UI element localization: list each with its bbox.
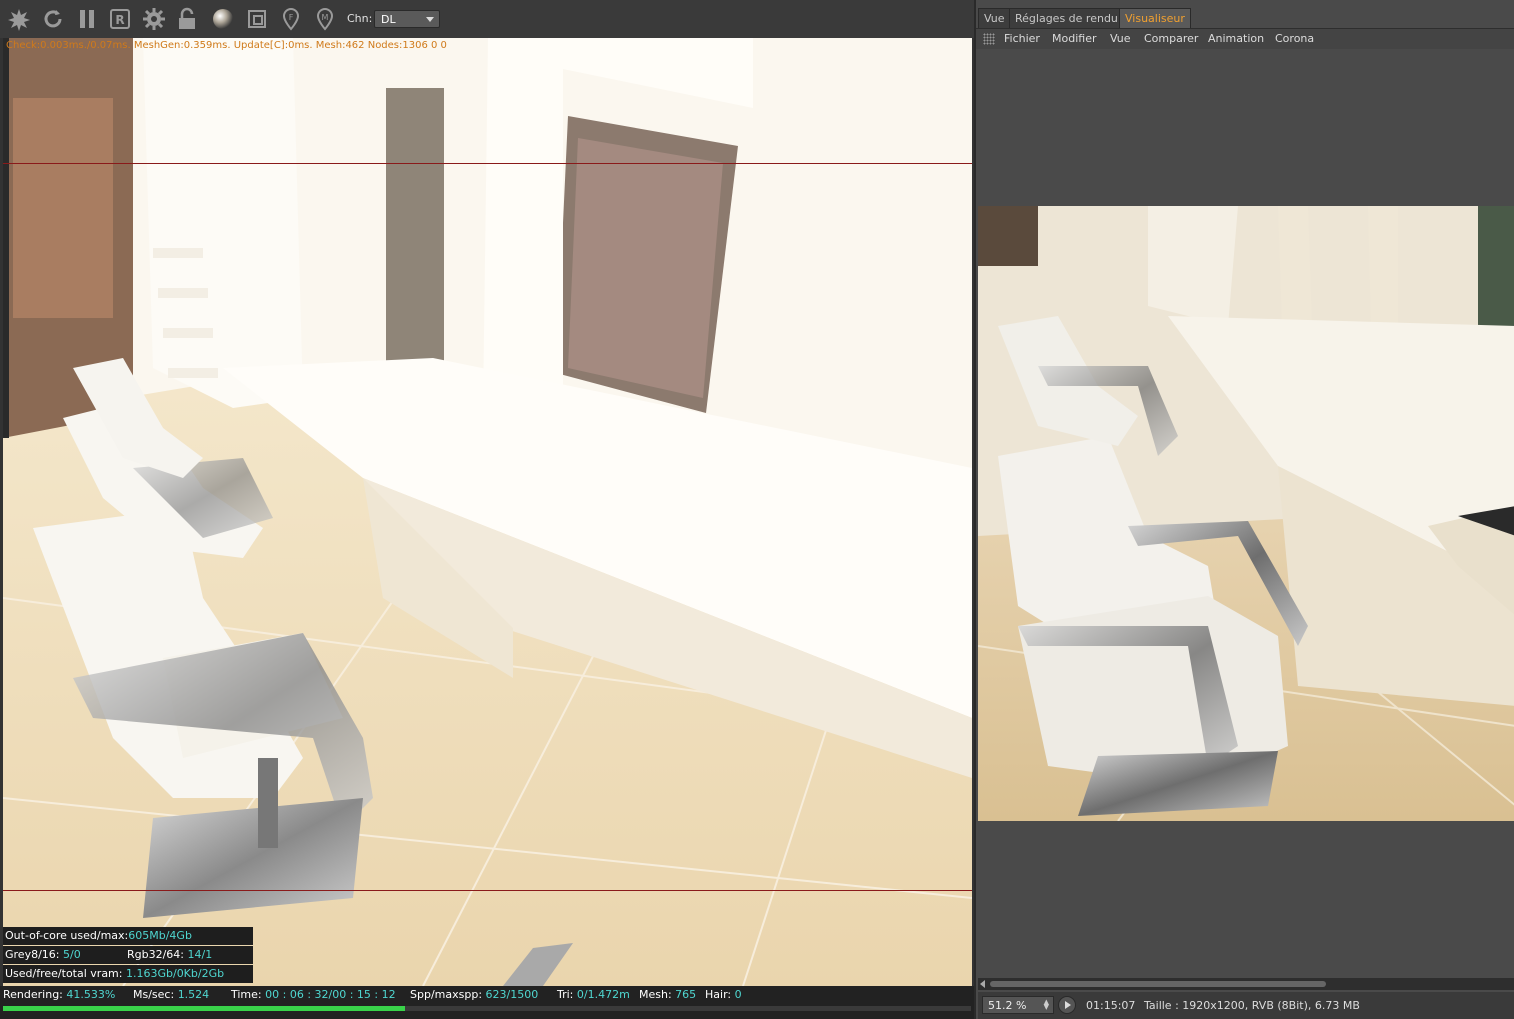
- zoom-spinner-icon[interactable]: ▲ ▼: [1044, 999, 1049, 1011]
- render-region-bottom-line[interactable]: [3, 890, 972, 891]
- scrollbar-thumb[interactable]: [990, 981, 1326, 987]
- viewer-status-bar: 51.2 % ▲ ▼ 01:15:07 Taille : 1920x1200, R…: [978, 992, 1514, 1019]
- out-of-core-stat: Out-of-core used/max:605Mb/4Gb: [3, 927, 253, 945]
- mesh-stat: Mesh: 765: [639, 988, 696, 1001]
- region-icon[interactable]: R: [107, 6, 133, 32]
- tri-value: 0/1.472m: [576, 988, 630, 1001]
- burst-icon[interactable]: [6, 6, 32, 32]
- render-region-top-line[interactable]: [3, 163, 972, 164]
- hair-stat: Hair: 0: [705, 988, 742, 1001]
- mesh-label: Mesh:: [639, 988, 672, 1001]
- viewer-image[interactable]: [978, 206, 1514, 821]
- channel-select[interactable]: DL: [374, 10, 440, 28]
- mssec-stat: Ms/sec: 1.524: [133, 988, 209, 1001]
- rendering-value: 41.533%: [66, 988, 116, 1001]
- picture-viewer-pane: Vue Réglages de rendu Visualiseur Fichie…: [974, 0, 1514, 1019]
- menu-corona[interactable]: Corona: [1275, 32, 1314, 45]
- viewer-toolbar: R F M Chn: DL: [0, 0, 974, 38]
- rendering-stat: Rendering: 41.533%: [3, 988, 115, 1001]
- viewer-tabbar: Vue Réglages de rendu Visualiseur: [976, 8, 1514, 28]
- channel-value: DL: [381, 13, 396, 26]
- ooc-label: Out-of-core used/max:: [5, 929, 129, 942]
- render-time: 01:15:07: [1086, 999, 1136, 1012]
- scroll-left-arrow-icon[interactable]: [980, 980, 985, 988]
- grey-label: Grey8/16:: [5, 948, 60, 961]
- spp-value: 623/1500: [485, 988, 539, 1001]
- crop-icon[interactable]: [244, 6, 270, 32]
- zoom-value: 51.2 %: [988, 999, 1027, 1012]
- spp-stat: Spp/maxspp: 623/1500: [410, 988, 538, 1001]
- rgb-value: 14/1: [187, 948, 213, 961]
- render-progress-fill: [3, 1006, 406, 1011]
- menu-fichier[interactable]: Fichier: [1004, 32, 1040, 45]
- chevron-down-icon: [426, 17, 434, 22]
- render-progress-bar: [3, 1006, 971, 1011]
- grey-value: 5/0: [63, 948, 81, 961]
- channel-label: Chn:: [347, 12, 373, 25]
- time-value: 00 : 06 : 32/00 : 15 : 12: [265, 988, 396, 1001]
- settings-icon[interactable]: [141, 6, 167, 32]
- tab-vue[interactable]: Vue: [978, 8, 1011, 28]
- time-stat: Time: 00 : 06 : 32/00 : 15 : 12: [231, 988, 396, 1001]
- pause-icon[interactable]: [74, 6, 100, 32]
- svg-text:M: M: [322, 13, 329, 22]
- menu-animation[interactable]: Animation: [1208, 32, 1264, 45]
- grip-icon[interactable]: [983, 33, 995, 45]
- texture-count-stat: Grey8/16: 5/0 Rgb32/64: 14/1: [3, 946, 253, 964]
- render-status-bar: Rendering: 41.533% Ms/sec: 1.524 Time: 0…: [0, 986, 974, 1019]
- menu-vue[interactable]: Vue: [1110, 32, 1131, 45]
- ooc-value: 605Mb/4Gb: [128, 929, 192, 942]
- tri-stat: Tri: 0/1.472m: [557, 988, 630, 1001]
- viewer-render-image: [978, 206, 1514, 821]
- viewer-menubar: Fichier Modifier Vue Comparer Animation …: [976, 28, 1514, 49]
- mesh-value: 765: [675, 988, 697, 1001]
- focus-pin-icon[interactable]: F: [278, 6, 304, 32]
- render-stats-line: Check:0.003ms./0.07ms. MeshGen:0.359ms. …: [6, 40, 447, 51]
- hair-value: 0: [734, 988, 742, 1001]
- material-pin-icon[interactable]: M: [312, 6, 338, 32]
- tri-label: Tri:: [557, 988, 574, 1001]
- material-sphere-icon[interactable]: [210, 6, 236, 32]
- spp-label: Spp/maxspp:: [410, 988, 483, 1001]
- tab-render-settings[interactable]: Réglages de rendu: [1009, 8, 1124, 28]
- play-button[interactable]: [1058, 996, 1076, 1014]
- vram-label: Used/free/total vram:: [5, 967, 123, 980]
- refresh-icon[interactable]: [40, 6, 66, 32]
- render-canvas[interactable]: Check:0.003ms./0.07ms. MeshGen:0.359ms. …: [3, 38, 972, 986]
- svg-text:R: R: [115, 13, 124, 27]
- render-image: [3, 38, 972, 986]
- rendering-label: Rendering:: [3, 988, 63, 1001]
- horizontal-scrollbar[interactable]: [978, 978, 1514, 990]
- tab-visualiseur[interactable]: Visualiseur: [1119, 8, 1191, 28]
- live-viewer-pane: R F M Chn: DL Check:0.003ms./0.07ms. Mes…: [0, 0, 974, 1019]
- image-info: Taille : 1920x1200, RVB (8Bit), 6.73 MB: [1144, 999, 1360, 1012]
- menu-modifier[interactable]: Modifier: [1052, 32, 1096, 45]
- vram-stat: Used/free/total vram: 1.163Gb/0Kb/2Gb: [3, 965, 253, 983]
- mssec-value: 1.524: [177, 988, 210, 1001]
- svg-text:F: F: [289, 13, 294, 22]
- time-label: Time:: [231, 988, 262, 1001]
- rgb-label: Rgb32/64:: [127, 948, 185, 961]
- mssec-label: Ms/sec:: [133, 988, 175, 1001]
- lock-icon[interactable]: [174, 6, 200, 32]
- hair-label: Hair:: [705, 988, 732, 1001]
- rgb-stat: Rgb32/64: 14/1: [127, 946, 212, 964]
- zoom-field[interactable]: 51.2 % ▲ ▼: [982, 996, 1054, 1014]
- menu-comparer[interactable]: Comparer: [1144, 32, 1198, 45]
- vram-value: 1.163Gb/0Kb/2Gb: [125, 967, 225, 980]
